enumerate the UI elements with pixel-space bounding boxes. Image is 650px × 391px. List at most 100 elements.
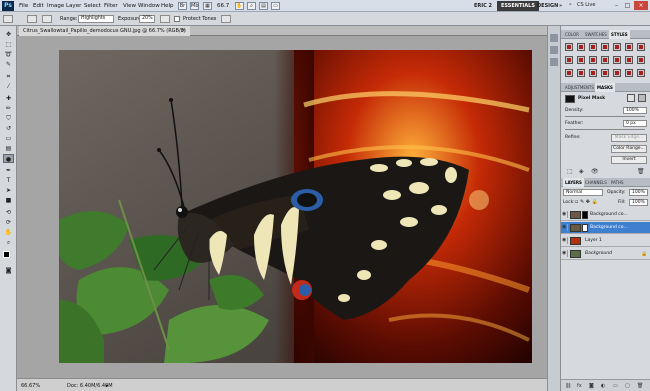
tab-swatches[interactable]: SWATCHES xyxy=(583,30,609,39)
workspace-more[interactable]: » xyxy=(555,1,566,11)
color-range-button[interactable]: Color Range... xyxy=(611,145,647,153)
cs-live-icon[interactable]: ⚬ xyxy=(566,2,575,10)
style-swatch[interactable] xyxy=(637,43,645,51)
history-panel-icon[interactable] xyxy=(550,34,558,42)
status-zoom[interactable]: 66.67% xyxy=(21,383,40,389)
3d-rotate-tool-icon[interactable]: ⟲ xyxy=(3,208,14,217)
lasso-tool-icon[interactable]: ➰ xyxy=(3,50,14,59)
gradient-tool-icon[interactable]: ▤ xyxy=(3,144,14,153)
new-group-icon[interactable]: ▭ xyxy=(613,383,618,389)
3d-orbit-tool-icon[interactable]: ⟳ xyxy=(3,218,14,227)
eyedropper-tool-icon[interactable]: ⁄ xyxy=(3,82,14,91)
tab-styles[interactable]: STYLES xyxy=(609,30,630,39)
tab-adjustments[interactable]: ADJUSTMENTS xyxy=(563,83,596,92)
density-slider[interactable] xyxy=(565,116,645,117)
eraser-tool-icon[interactable]: ▭ xyxy=(3,134,14,143)
layer-row[interactable]: ◉ Background co... xyxy=(561,222,650,234)
add-mask-icon[interactable]: ◙ xyxy=(589,383,594,389)
shape-tool-icon[interactable]: ■ xyxy=(3,196,14,205)
fill-input[interactable]: 100% xyxy=(629,199,648,206)
workspace-eric2[interactable]: ERIC 2 xyxy=(470,1,496,11)
load-selection-icon[interactable]: ⬚ xyxy=(567,168,573,175)
cs-live-label[interactable]: CS Live xyxy=(577,2,595,8)
layer-name[interactable]: Background co... xyxy=(590,212,628,217)
bridge-icon[interactable]: Br xyxy=(178,2,187,10)
healing-brush-tool-icon[interactable]: ✚ xyxy=(3,94,14,103)
pixel-mask-icon[interactable] xyxy=(627,94,635,102)
layer-row[interactable]: ◉ Background 🔒 xyxy=(561,248,650,260)
menu-layer[interactable]: Layer xyxy=(66,3,81,9)
pressure-size-icon[interactable] xyxy=(221,15,231,23)
eye-icon[interactable]: 👁 xyxy=(591,168,599,175)
exposure-input[interactable]: 20% xyxy=(139,15,155,23)
style-swatch[interactable] xyxy=(613,56,621,64)
layer-row[interactable]: ◉ Layer 1 xyxy=(561,235,650,247)
extras-icon[interactable]: ▦ xyxy=(203,2,212,10)
menu-image[interactable]: Image xyxy=(47,3,64,9)
menu-edit[interactable]: Edit xyxy=(33,3,44,9)
menu-window[interactable]: Window xyxy=(138,3,160,9)
style-swatch[interactable] xyxy=(565,56,573,64)
brush-panel-icon[interactable] xyxy=(42,15,52,23)
style-swatch[interactable] xyxy=(601,69,609,77)
tab-channels[interactable]: CHANNELS xyxy=(583,178,609,187)
style-swatch[interactable] xyxy=(613,69,621,77)
zoom-level-label[interactable]: 66.7 xyxy=(217,3,229,9)
document-close-icon[interactable]: × xyxy=(181,26,186,36)
feather-input[interactable]: 0 px xyxy=(623,120,647,127)
visibility-eye-icon[interactable]: ◉ xyxy=(562,250,568,257)
style-swatch[interactable] xyxy=(589,43,597,51)
vector-mask-icon[interactable] xyxy=(638,94,646,102)
type-tool-icon[interactable]: T xyxy=(3,176,14,185)
link-layers-icon[interactable]: ⛓ xyxy=(565,383,571,389)
pen-tool-icon[interactable]: ✒ xyxy=(3,166,14,175)
style-swatch[interactable] xyxy=(589,69,597,77)
visibility-eye-icon[interactable]: ◉ xyxy=(562,224,568,231)
layer-name[interactable]: Layer 1 xyxy=(585,238,602,243)
visibility-eye-icon[interactable]: ◉ xyxy=(562,211,568,218)
menu-select[interactable]: Select xyxy=(84,3,101,9)
foreground-color-swatch[interactable] xyxy=(3,251,10,258)
lock-icons[interactable]: ▫ ✎ ✥ 🔒 xyxy=(575,199,598,205)
properties-panel-icon[interactable] xyxy=(550,46,558,54)
path-select-tool-icon[interactable]: ➤ xyxy=(3,186,14,195)
brush-panel-icon[interactable] xyxy=(550,58,558,66)
menu-filter[interactable]: Filter xyxy=(104,3,118,9)
document-canvas[interactable] xyxy=(59,50,532,363)
range-select[interactable]: Highlights xyxy=(78,15,114,23)
protect-tones-checkbox[interactable] xyxy=(174,16,180,22)
apply-mask-icon[interactable]: ◈ xyxy=(579,168,584,175)
quick-select-tool-icon[interactable]: ✎ xyxy=(3,60,14,69)
mask-edge-button[interactable]: Mask Edge... xyxy=(611,134,647,142)
quick-mask-icon[interactable]: ◙ xyxy=(3,266,14,275)
invert-button[interactable]: Invert xyxy=(611,156,647,164)
delete-layer-icon[interactable]: 🗑 xyxy=(637,383,643,389)
style-swatch[interactable] xyxy=(625,43,633,51)
menu-view[interactable]: View xyxy=(123,3,136,9)
style-swatch[interactable] xyxy=(577,56,585,64)
style-swatch[interactable] xyxy=(601,43,609,51)
trash-icon[interactable]: 🗑 xyxy=(637,168,645,175)
style-swatch[interactable] xyxy=(565,43,573,51)
new-layer-icon[interactable]: ▢ xyxy=(625,383,630,389)
style-swatch[interactable] xyxy=(577,69,585,77)
density-input[interactable]: 100% xyxy=(623,107,647,114)
status-menu-arrow-icon[interactable]: ▸ xyxy=(106,383,109,389)
style-swatch[interactable] xyxy=(601,56,609,64)
restore-icon[interactable]: □ xyxy=(622,1,633,10)
hand-tool-icon[interactable]: ✋ xyxy=(3,228,14,237)
layer-name[interactable]: Background xyxy=(585,251,612,256)
airbrush-icon[interactable] xyxy=(160,15,170,23)
tab-paths[interactable]: PATHS xyxy=(609,178,626,187)
style-swatch[interactable] xyxy=(565,69,573,77)
crop-tool-icon[interactable]: ⌗ xyxy=(3,72,14,81)
feather-slider[interactable] xyxy=(565,129,645,130)
close-window-icon[interactable]: × xyxy=(634,1,648,10)
style-swatch[interactable] xyxy=(613,43,621,51)
zoom-tool-icon[interactable]: ⌕ xyxy=(3,238,14,247)
layer-row[interactable]: ◉ Background co... xyxy=(561,209,650,221)
dodge-tool-icon[interactable]: ● xyxy=(3,154,14,163)
tab-layers[interactable]: LAYERS xyxy=(563,178,584,187)
tab-color[interactable]: COLOR xyxy=(563,30,581,39)
style-swatch[interactable] xyxy=(577,43,585,51)
